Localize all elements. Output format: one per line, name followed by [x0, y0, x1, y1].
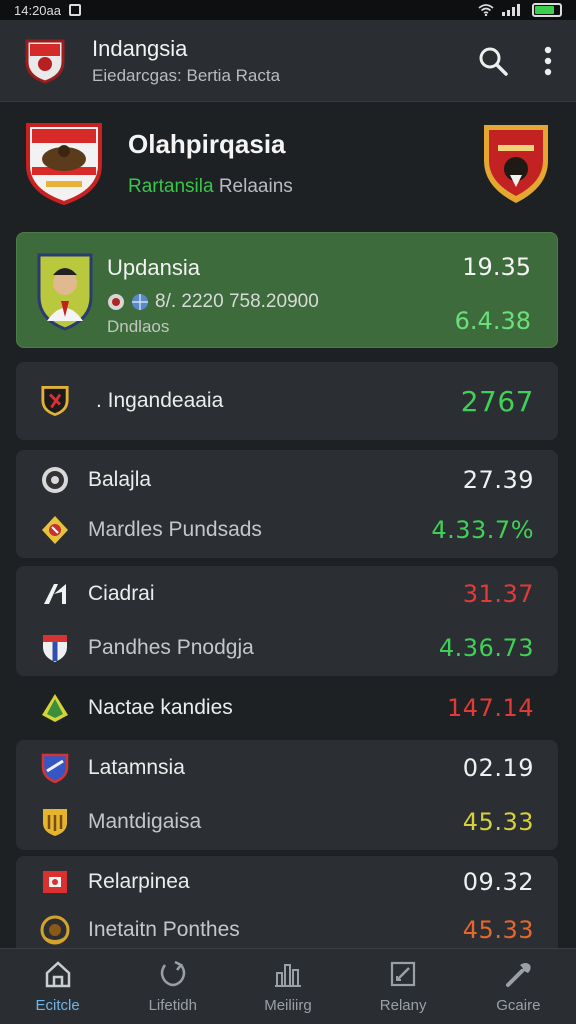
list-item-label: Latamnsia — [88, 756, 185, 779]
list-item[interactable]: Inetaitn Ponthes 45.33 — [16, 908, 558, 952]
list-item-label: Mantdigaisa — [88, 810, 202, 833]
list-item-value: 4.33.7% — [431, 516, 534, 544]
blue-shield-icon — [40, 753, 70, 783]
notification-icon — [69, 4, 81, 16]
green-diamond-icon — [40, 693, 70, 723]
list-item-value: 2767 — [460, 384, 534, 418]
list-item[interactable]: Relarpinea 09.32 — [16, 860, 558, 904]
list-card[interactable]: Relarpinea 09.32 Inetaitn Ponthes 45.33 — [16, 856, 558, 948]
list-item-label: Inetaitn Ponthes — [88, 918, 240, 941]
featured-caption: Dndlaos — [107, 317, 170, 336]
list-item-label: Balajla — [88, 468, 152, 491]
nav-label: Relany — [379, 997, 427, 1014]
refresh-icon — [160, 960, 186, 987]
list-item[interactable]: Balajla 27.39 — [16, 458, 558, 502]
opponent-crest-icon[interactable] — [480, 121, 552, 205]
app-title: Indangsia — [92, 35, 188, 61]
list-item-label: Relarpinea — [88, 870, 190, 893]
team-title: Olahpirqasia — [128, 128, 286, 159]
list-item[interactable]: Pandhes Pnodgja 4.36.73 — [16, 626, 558, 670]
search-icon[interactable] — [478, 46, 508, 76]
list-item-label: . Ingandeaaia — [96, 389, 224, 412]
gold-wreath-icon — [40, 915, 70, 945]
featured-value-bottom: 6.4.38 — [454, 307, 531, 335]
list-item-label: Nactae kandies — [88, 696, 233, 719]
status-bar: 14:20aa — [0, 0, 576, 20]
globe-icon — [132, 294, 148, 310]
team-subtitle: Rartansila Relaains — [128, 175, 293, 197]
list-item-value: 147.14 — [447, 694, 534, 722]
wifi-icon — [478, 4, 494, 16]
signal-icon — [502, 4, 520, 16]
list-item-value: 02.19 — [462, 754, 534, 782]
list-item-label: Mardles Pundsads — [88, 518, 262, 541]
player-avatar — [37, 253, 93, 331]
list-item[interactable]: Mantdigaisa 45.33 — [16, 800, 558, 844]
red-square-icon — [40, 867, 70, 897]
nav-label: Ecitcle — [35, 997, 80, 1014]
team-crest-icon[interactable] — [24, 121, 104, 205]
featured-value-top: 19.35 — [462, 253, 531, 281]
list-item-value: 09.32 — [462, 868, 534, 896]
nav-label: Lifetidh — [148, 997, 197, 1014]
list-card[interactable]: Ciadrai 31.37 Pandhes Pnodgja 4.36.73 — [16, 566, 558, 676]
letter-n-icon — [40, 579, 70, 609]
list-item[interactable]: Ciadrai 31.37 — [16, 572, 558, 616]
nav-item-edit[interactable]: Relany — [353, 959, 453, 1014]
app-bar: Indangsia Eiedarcgas: Bertia Racta — [0, 20, 576, 102]
flag-shield-icon — [40, 633, 70, 663]
list-card[interactable]: Balajla 27.39 Mardles Pundsads 4.33.7% — [16, 450, 558, 558]
list-item[interactable]: Nactae kandies 147.14 — [16, 686, 558, 730]
nav-item-home[interactable]: Ecitcle — [8, 959, 108, 1014]
battery-icon — [532, 3, 562, 17]
list-item-value: 31.37 — [462, 580, 534, 608]
app-logo-icon — [25, 39, 65, 84]
list-item-value: 45.33 — [462, 808, 534, 836]
list-item-value: 45.33 — [462, 916, 534, 944]
nav-label: Gcaire — [496, 997, 541, 1014]
list-item-label: Pandhes Pnodgja — [88, 636, 254, 659]
gold-badge-icon — [40, 515, 70, 545]
list-item-label: Ciadrai — [88, 582, 155, 605]
list-item[interactable]: Mardles Pundsads 4.33.7% — [16, 508, 558, 552]
team-header: Olahpirqasia Rartansila Relaains — [0, 104, 576, 222]
home-icon — [45, 961, 70, 988]
app-subtitle: Eiedarcgas: Bertia Racta — [92, 65, 281, 85]
tools-icon — [506, 963, 532, 987]
list-card[interactable]: . Ingandeaaia 2767 — [16, 362, 558, 440]
featured-name: Updansia — [107, 255, 200, 280]
nav-item-tools[interactable]: Gcaire — [468, 959, 568, 1014]
featured-detail-row: 8/. 2220 758.20900 — [107, 291, 319, 313]
list-item-value: 27.39 — [462, 466, 534, 494]
list-card[interactable]: Latamnsia 02.19 Mantdigaisa 45.33 — [16, 740, 558, 850]
chart-icon — [274, 964, 301, 987]
featured-player-card[interactable]: Updansia 8/. 2220 758.20900 Dndlaos 19.3… — [16, 232, 558, 348]
list-item-value: 4.36.73 — [438, 634, 534, 662]
list-item[interactable]: . Ingandeaaia 2767 — [16, 362, 558, 440]
nav-item-refresh[interactable]: Lifetidh — [123, 959, 223, 1014]
nav-label: Meiliirg — [264, 997, 312, 1014]
featured-detail: 8/. 2220 758.20900 — [155, 291, 319, 312]
gold-shield-icon — [40, 807, 70, 837]
edit-box-icon — [391, 961, 416, 987]
nav-item-stats[interactable]: Meiliirg — [238, 959, 338, 1014]
round-crest-icon — [40, 465, 70, 495]
status-time: 14:20aa — [14, 2, 61, 18]
bottom-navigation: Ecitcle Lifetidh Meiliirg Relany Gcaire — [0, 948, 576, 1024]
more-options-icon[interactable] — [544, 46, 552, 76]
badge-icon — [108, 294, 124, 310]
shield-dark-icon — [40, 386, 70, 416]
list-item[interactable]: Latamnsia 02.19 — [16, 746, 558, 790]
